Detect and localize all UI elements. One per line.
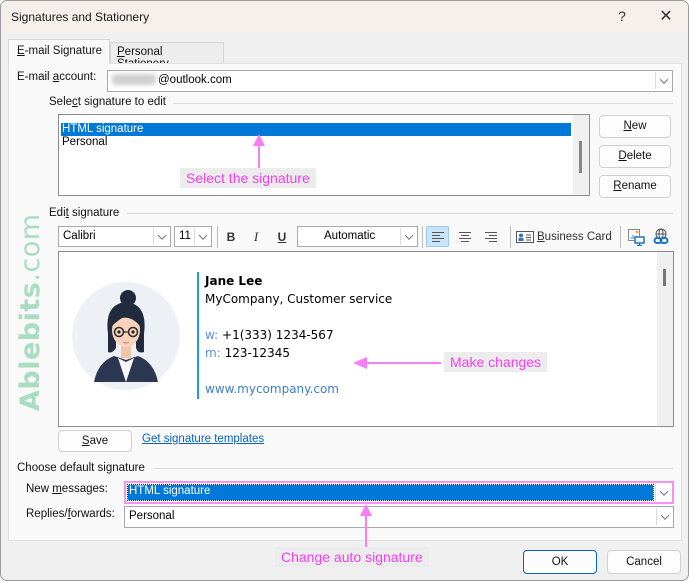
group-divider	[154, 468, 673, 469]
get-signature-templates-link[interactable]: Get signature templates	[142, 433, 264, 445]
edit-signature-group-label: Edit signature	[49, 207, 120, 219]
dialog-title: Signatures and Stationery	[11, 10, 150, 24]
tab-personal-stationery[interactable]: Personal Stationery	[110, 42, 224, 70]
scrollbar-thumb[interactable]	[663, 269, 666, 286]
align-right-button[interactable]	[479, 226, 502, 247]
annotation-select-signature: Select the signature	[180, 168, 316, 188]
chevron-down-icon[interactable]	[656, 508, 672, 525]
replies-forwards-select[interactable]: Personal	[124, 506, 674, 528]
new-signature-button[interactable]: New	[599, 115, 671, 138]
group-divider	[127, 213, 673, 214]
group-divider	[173, 103, 673, 104]
align-left-icon	[431, 231, 444, 242]
toolbar-separator	[217, 226, 218, 248]
insert-picture-button[interactable]	[626, 226, 646, 247]
avatar	[72, 282, 180, 390]
underline-button[interactable]: U	[273, 226, 291, 247]
bold-button[interactable]: B	[222, 226, 240, 247]
list-scrollbar[interactable]	[573, 115, 589, 195]
align-right-icon	[484, 231, 497, 242]
font-size-select[interactable]: 11	[174, 226, 212, 247]
rename-signature-button[interactable]: Rename	[599, 175, 671, 198]
annotation-arrow-up	[360, 504, 372, 548]
delete-signature-button[interactable]: Delete	[599, 145, 671, 168]
title-bar: Signatures and Stationery ? ✕	[1, 1, 688, 33]
tab-email-signature[interactable]: E-mail Signature	[8, 39, 110, 64]
redacted-username	[112, 74, 156, 86]
replies-forwards-label: Replies/forwards:	[26, 508, 115, 520]
signature-accent-bar	[197, 272, 199, 399]
email-account-value: @outlook.com	[112, 74, 232, 86]
business-card-button[interactable]: Business Card	[516, 226, 613, 247]
email-account-select[interactable]: @outlook.com	[107, 70, 673, 92]
toolbar-separator	[422, 226, 423, 248]
business-card-icon	[516, 230, 534, 243]
new-messages-select[interactable]: HTML signature	[124, 481, 674, 504]
signature-list-item-html[interactable]: HTML signature	[61, 123, 571, 136]
font-select[interactable]: Calibri	[58, 226, 171, 247]
font-color-value: Automatic	[324, 230, 376, 242]
tab-label-accel: P	[117, 46, 125, 58]
chevron-down-icon[interactable]	[400, 228, 416, 245]
new-messages-value: HTML signature	[129, 485, 211, 497]
chevron-down-icon[interactable]	[655, 72, 671, 89]
save-button[interactable]: Save	[58, 430, 132, 452]
select-signature-group-label: Select signature to edit	[49, 96, 167, 108]
signature-list[interactable]: HTML signature Personal	[58, 114, 590, 196]
choose-default-signature-label: Choose default signature	[17, 462, 145, 474]
signature-editor[interactable]: Jane Lee MyCompany, Customer service w: …	[58, 251, 674, 427]
signature-name: Jane Lee	[205, 274, 263, 288]
ok-button[interactable]: OK	[523, 550, 597, 574]
tab-label-accel: E	[17, 45, 25, 57]
help-button[interactable]: ?	[615, 8, 629, 24]
font-size-value: 11	[179, 230, 191, 242]
insert-hyperlink-button[interactable]	[651, 226, 671, 247]
font-value: Calibri	[63, 230, 96, 242]
hyperlink-icon	[653, 228, 669, 244]
toolbar-separator	[510, 226, 511, 248]
italic-button[interactable]: I	[247, 226, 265, 247]
annotation-change-auto-signature: Change auto signature	[275, 547, 429, 567]
editor-scrollbar[interactable]	[657, 252, 673, 426]
chevron-down-icon[interactable]	[194, 228, 210, 245]
replies-forwards-value: Personal	[129, 510, 175, 522]
signature-mobile-phone: m: 123-12345	[205, 346, 290, 360]
ablebits-watermark: Ablebits.com	[15, 213, 46, 411]
signatures-dialog: Signatures and Stationery ? ✕ E-mail Sig…	[0, 0, 689, 581]
cancel-button[interactable]: Cancel	[607, 550, 681, 574]
chevron-down-icon[interactable]	[153, 228, 169, 245]
toolbar-separator	[620, 226, 621, 248]
align-center-button[interactable]	[453, 226, 476, 247]
signature-company: MyCompany, Customer service	[205, 292, 393, 306]
email-account-label: E-mail account:	[17, 71, 97, 83]
signature-list-item-personal[interactable]: Personal	[61, 136, 571, 149]
scrollbar-thumb[interactable]	[579, 141, 582, 173]
chevron-down-icon[interactable]	[655, 484, 671, 501]
new-messages-label: New messages:	[26, 483, 108, 495]
tab-label: -mail Signature	[24, 45, 103, 57]
align-center-icon	[458, 231, 471, 242]
signature-work-phone: w: +1(333) 1234-567	[205, 328, 334, 342]
signature-website: www.mycompany.com	[205, 382, 339, 396]
annotation-make-changes: Make changes	[444, 352, 548, 372]
font-color-select[interactable]: Automatic	[297, 226, 418, 247]
close-button[interactable]: ✕	[657, 6, 675, 26]
align-left-button[interactable]	[426, 226, 449, 247]
avatar-illustration	[94, 290, 158, 382]
insert-picture-icon	[628, 228, 645, 246]
annotation-arrow-left	[353, 357, 441, 369]
